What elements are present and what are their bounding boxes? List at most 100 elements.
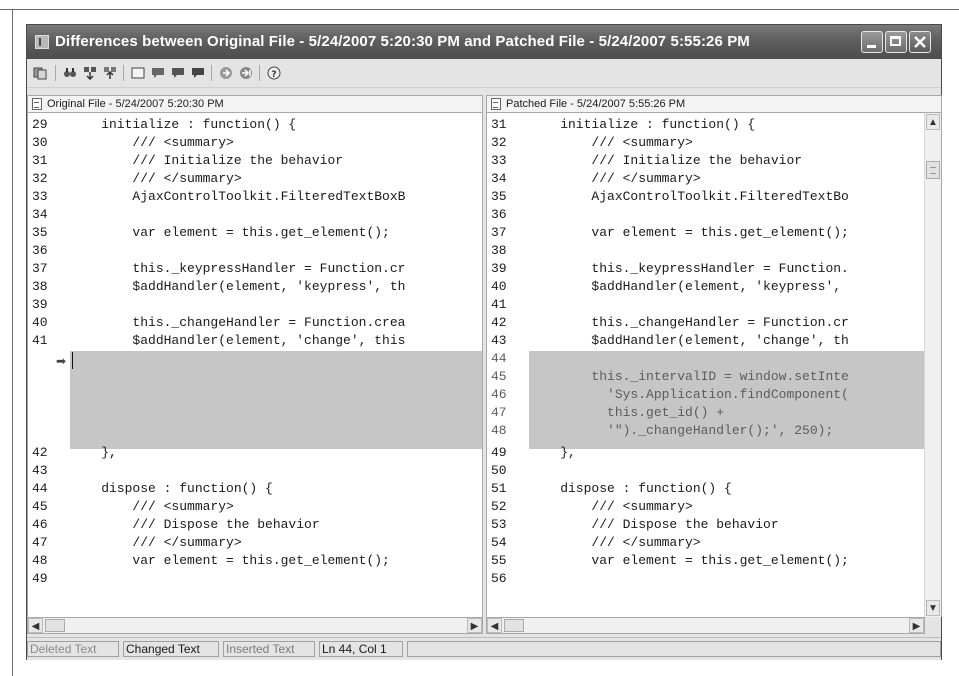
code-line[interactable]: 37 var element = this.get_element(); <box>487 224 941 242</box>
legend-changed-text: Changed Text <box>123 641 219 657</box>
code-line[interactable]: 32 /// </summary> <box>28 170 482 188</box>
code-line[interactable]: 33 AjaxControlToolkit.FilteredTextBoxB <box>28 188 482 206</box>
patched-file-pane[interactable]: ▲ ▼ 31 initialize : function() {32 /// <… <box>486 113 942 617</box>
left-horizontal-scrollbar[interactable]: ◀ ▶ <box>27 617 483 634</box>
code-line[interactable]: 43 $addHandler(element, 'change', th <box>487 332 941 350</box>
code-line[interactable]: 48 var element = this.get_element(); <box>28 552 482 570</box>
scroll-down-icon[interactable]: ▼ <box>926 600 940 616</box>
line-number: 42 <box>491 315 507 330</box>
code-line[interactable]: 37 this._keypressHandler = Function.cr <box>28 260 482 278</box>
merge-left-icon[interactable] <box>219 66 233 80</box>
code-line[interactable]: 29 initialize : function() { <box>28 116 482 134</box>
comment-icon[interactable] <box>151 66 165 80</box>
line-number: 43 <box>32 463 48 478</box>
code-text: /// Dispose the behavior <box>70 517 320 532</box>
code-text: this._changeHandler = Function.cr <box>529 315 849 330</box>
code-line[interactable]: 54 /// </summary> <box>487 534 941 552</box>
code-text: var element = this.get_element(); <box>529 225 849 240</box>
code-line[interactable]: 32 /// <summary> <box>487 134 941 152</box>
code-line[interactable]: 36 <box>487 206 941 224</box>
code-line[interactable]: 45 /// <summary> <box>28 498 482 516</box>
line-number: 33 <box>491 153 507 168</box>
code-text: $addHandler(element, 'keypress', th <box>70 279 406 294</box>
current-diff-arrow-icon: ➡ <box>56 354 67 368</box>
code-line[interactable]: 42 this._changeHandler = Function.cr <box>487 314 941 332</box>
merge-right-icon[interactable] <box>239 66 253 80</box>
inserted-code-line[interactable]: 47 this.get_id() + <box>487 404 941 422</box>
line-number: 48 <box>32 553 48 568</box>
code-line[interactable]: 34 /// </summary> <box>487 170 941 188</box>
code-line[interactable]: 40 $addHandler(element, 'keypress', <box>487 278 941 296</box>
code-text: var element = this.get_element(); <box>70 553 390 568</box>
maximize-button[interactable] <box>885 31 907 53</box>
code-line[interactable]: 39 this._keypressHandler = Function. <box>487 260 941 278</box>
inserted-code-line[interactable]: 48 '")._changeHandler();', 250); <box>487 422 941 440</box>
code-line[interactable]: 38 <box>487 242 941 260</box>
code-line[interactable]: 31 /// Initialize the behavior <box>28 152 482 170</box>
window-title: Differences between Original File - 5/24… <box>55 33 750 50</box>
code-line[interactable]: 52 /// <summary> <box>487 498 941 516</box>
scroll-thumb[interactable] <box>504 619 524 632</box>
code-line[interactable]: 33 /// Initialize the behavior <box>487 152 941 170</box>
code-text: initialize : function() { <box>70 117 297 132</box>
code-text: /// </summary> <box>70 171 242 186</box>
code-line[interactable]: 43 <box>28 462 482 480</box>
code-line[interactable]: 44 dispose : function() { <box>28 480 482 498</box>
code-line[interactable]: 35 var element = this.get_element(); <box>28 224 482 242</box>
code-line[interactable]: 40 this._changeHandler = Function.crea <box>28 314 482 332</box>
line-number: 47 <box>32 535 48 550</box>
line-number: 43 <box>491 333 507 348</box>
code-line[interactable]: 34 <box>28 206 482 224</box>
close-button[interactable] <box>909 31 931 53</box>
app-icon[interactable] <box>35 35 49 49</box>
code-line[interactable]: 31 initialize : function() { <box>487 116 941 134</box>
code-line[interactable]: 46 /// Dispose the behavior <box>28 516 482 534</box>
code-line[interactable]: 51 dispose : function() { <box>487 480 941 498</box>
find-icon[interactable] <box>63 66 77 80</box>
code-line[interactable]: 30 /// <summary> <box>28 134 482 152</box>
previous-difference-icon[interactable] <box>83 66 97 80</box>
minimize-button[interactable] <box>861 31 883 53</box>
help-icon[interactable]: ? <box>267 66 281 80</box>
code-text: /// <summary> <box>70 135 234 150</box>
code-line[interactable]: 49 <box>28 570 482 588</box>
line-number: 31 <box>491 117 507 132</box>
code-line[interactable]: 47 /// </summary> <box>28 534 482 552</box>
right-horizontal-scrollbar[interactable]: ◀ ▶ <box>486 617 925 634</box>
copy-icon[interactable] <box>33 66 47 80</box>
line-number: 51 <box>491 481 507 496</box>
next-difference-icon[interactable] <box>103 66 117 80</box>
scroll-thumb[interactable] <box>45 619 65 632</box>
code-line[interactable]: 41 $addHandler(element, 'change', this <box>28 332 482 350</box>
line-number: 37 <box>491 225 507 240</box>
code-text: /// <summary> <box>529 135 693 150</box>
legend-deleted-text: Deleted Text <box>27 641 119 657</box>
comment-previous-icon[interactable] <box>171 66 185 80</box>
code-line[interactable]: 41 <box>487 296 941 314</box>
code-line[interactable]: 39 <box>28 296 482 314</box>
blank-page-icon[interactable] <box>131 66 145 80</box>
scroll-left-icon[interactable]: ◀ <box>487 618 502 633</box>
code-line[interactable]: 50 <box>487 462 941 480</box>
comment-next-icon[interactable] <box>191 66 205 80</box>
code-text: /// </summary> <box>529 535 701 550</box>
title-bar[interactable]: Differences between Original File - 5/24… <box>27 25 941 59</box>
line-number: 32 <box>32 171 48 186</box>
code-line[interactable]: 36 <box>28 242 482 260</box>
inserted-code-line[interactable]: 46 'Sys.Application.findComponent( <box>487 386 941 404</box>
line-number: 33 <box>32 189 48 204</box>
scroll-right-icon[interactable]: ▶ <box>467 618 482 633</box>
code-line[interactable]: 53 /// Dispose the behavior <box>487 516 941 534</box>
code-line[interactable]: 38 $addHandler(element, 'keypress', th <box>28 278 482 296</box>
scroll-right-icon[interactable]: ▶ <box>909 618 924 633</box>
line-number: 31 <box>32 153 48 168</box>
code-line[interactable]: 42 }, <box>28 444 482 462</box>
scroll-left-icon[interactable]: ◀ <box>28 618 43 633</box>
code-line[interactable]: 49 }, <box>487 444 941 462</box>
code-line[interactable]: 56 <box>487 570 941 588</box>
original-file-pane[interactable]: ➡ 29 initialize : function() {30 /// <su… <box>27 113 483 617</box>
inserted-code-line[interactable]: 45 this._intervalID = window.setInte <box>487 368 941 386</box>
code-line[interactable]: 55 var element = this.get_element(); <box>487 552 941 570</box>
inserted-code-line[interactable]: 44 <box>487 350 941 368</box>
code-line[interactable]: 35 AjaxControlToolkit.FilteredTextBo <box>487 188 941 206</box>
